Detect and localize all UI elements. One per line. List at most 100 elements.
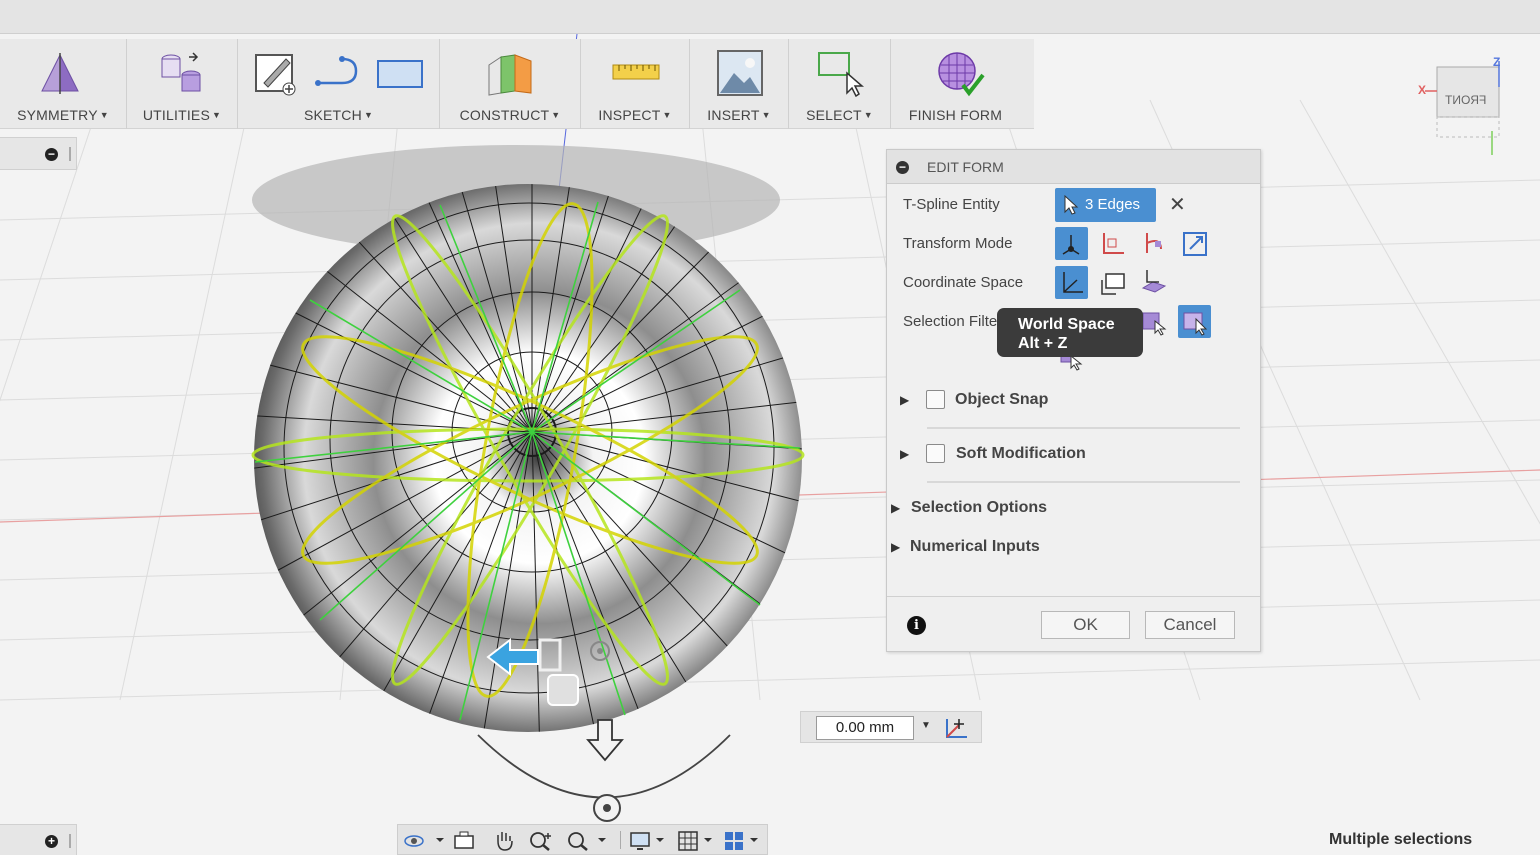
toolbar-symmetry[interactable]: SYMMETRY ▼ <box>0 39 127 129</box>
orbit-icon[interactable] <box>402 829 446 851</box>
title-strip <box>0 0 1540 34</box>
toolbar-construct-label: CONSTRUCT <box>459 107 550 123</box>
toolbar-utilities-caret: ▼ <box>212 110 222 120</box>
multi-transform-button[interactable] <box>1055 227 1088 260</box>
object-snap-expand-icon[interactable]: ▶ <box>900 393 909 407</box>
world-space-button[interactable] <box>1055 266 1088 299</box>
toolbar-sketch-label: SKETCH <box>303 107 362 123</box>
navigation-bar <box>397 824 768 855</box>
grid-settings-icon[interactable] <box>676 829 718 851</box>
pan-icon[interactable] <box>492 829 516 851</box>
toolbar-insert-label: INSERT <box>707 107 760 123</box>
status-text: Multiple selections <box>1329 831 1473 848</box>
world-space-icon <box>1063 272 1083 293</box>
view-space-icon <box>1101 273 1125 295</box>
construct-icon <box>488 54 532 96</box>
view-cube-x-label: X <box>1418 83 1427 97</box>
soft-modification-label: Soft Modification <box>956 445 1086 462</box>
fit-icon[interactable] <box>566 829 612 851</box>
display-settings-icon[interactable] <box>628 829 670 851</box>
tooltip-shortcut: Alt + Z <box>1018 335 1068 352</box>
navbar-divider <box>620 831 621 849</box>
ribbon-toolbar: SYMMETRY ▼ UTILITIES ▼ SKETCH ▼ CONSTRUC… <box>0 39 1034 129</box>
edit-form-panel: − EDIT FORM T-Spline Entity 3 Edges ✕ Tr… <box>886 149 1261 652</box>
world-space-tooltip: World Space Alt + Z <box>997 308 1143 357</box>
tooltip-title: World Space <box>1018 316 1115 333</box>
expand-icon[interactable]: + <box>45 835 58 848</box>
select-icon <box>818 52 865 97</box>
translate-icon <box>1103 233 1124 254</box>
view-cube-graphic <box>1425 61 1500 155</box>
section-divider <box>927 481 1240 483</box>
view-cube[interactable]: FRONT X Z <box>1415 55 1525 165</box>
soft-modification-expand-icon[interactable]: ▶ <box>900 447 909 461</box>
toolbar-utilities-label: UTILITIES <box>142 107 211 123</box>
viewports-icon[interactable] <box>722 829 764 851</box>
toolbar-symmetry-label: SYMMETRY <box>17 107 98 123</box>
cancel-button[interactable]: Cancel <box>1145 611 1235 639</box>
object-snap-label: Object Snap <box>955 391 1049 408</box>
object-snap-checkbox[interactable] <box>926 390 945 409</box>
distance-dropdown-icon[interactable]: ▼ <box>921 720 931 731</box>
tspline-entity-selector[interactable]: 3 Edges <box>1055 188 1156 222</box>
browser-toggle[interactable]: − <box>0 137 77 170</box>
toolbar-select[interactable]: SELECT ▼ <box>789 39 891 129</box>
view-cube-face[interactable]: FRONT <box>1445 93 1486 107</box>
toolbar-inspect-label: INSPECT <box>598 107 661 123</box>
selection-options-expand-icon[interactable]: ▶ <box>891 501 900 515</box>
collapse-icon[interactable]: − <box>45 148 58 161</box>
toolbar-select-label: SELECT <box>806 107 862 123</box>
cursor-icon <box>1064 195 1079 215</box>
manipulator-axes-icon[interactable] <box>943 715 971 741</box>
body-filter-button[interactable] <box>1178 305 1211 338</box>
soft-modification-checkbox[interactable] <box>926 444 945 463</box>
numerical-inputs-expand-icon[interactable]: ▶ <box>891 540 900 554</box>
panel-header[interactable]: − EDIT FORM <box>887 150 1260 184</box>
local-space-icon <box>1141 270 1167 293</box>
panel-footer: i OK Cancel <box>887 596 1260 651</box>
toolbar-inspect[interactable]: INSPECT ▼ <box>581 39 690 129</box>
toolbar-symmetry-caret: ▼ <box>99 110 109 120</box>
toolbar-finish-form[interactable]: FINISH FORM <box>891 39 1020 129</box>
translate-button[interactable] <box>1096 227 1129 260</box>
pill-divider <box>69 834 71 848</box>
comments-toggle[interactable]: + <box>0 824 77 855</box>
coordinate-space-label: Coordinate Space <box>903 274 1024 291</box>
transform-mode-label: Transform Mode <box>903 235 1013 252</box>
toolbar-construct-caret: ▼ <box>551 110 561 120</box>
distance-input[interactable]: 0.00 mm <box>816 716 914 740</box>
ok-button[interactable]: OK <box>1041 611 1130 639</box>
scale-icon <box>1183 232 1207 256</box>
local-space-button[interactable] <box>1137 266 1170 299</box>
toolbar-inspect-caret: ▼ <box>662 110 672 120</box>
scale-button[interactable] <box>1178 227 1211 260</box>
section-divider <box>927 427 1240 429</box>
numerical-inputs-header[interactable]: Numerical Inputs <box>910 538 1285 556</box>
selection-options-header[interactable]: Selection Options <box>911 499 1286 517</box>
toolbar-select-caret: ▼ <box>863 110 873 120</box>
selection-filter-label: Selection Filte <box>903 313 998 330</box>
zoom-icon[interactable] <box>528 829 556 851</box>
pill-divider <box>69 147 71 161</box>
rotate-button[interactable] <box>1137 227 1170 260</box>
rotate-icon <box>1146 233 1162 253</box>
toolbar-utilities[interactable]: UTILITIES ▼ <box>127 39 238 129</box>
toolbar-finish-form-label: FINISH FORM <box>908 107 1003 123</box>
insert-icon <box>717 50 763 96</box>
toolbar-construct[interactable]: CONSTRUCT ▼ <box>440 39 581 129</box>
view-space-button[interactable] <box>1096 266 1129 299</box>
toolbar-insert[interactable]: INSERT ▼ <box>690 39 789 129</box>
body-filter-icon <box>1183 312 1208 336</box>
toolbar-insert-caret: ▼ <box>761 110 771 120</box>
distance-input-widget: 0.00 mm ▼ <box>800 711 982 743</box>
info-icon[interactable]: i <box>907 616 926 635</box>
clear-selection-icon[interactable]: ✕ <box>1169 192 1186 217</box>
tspline-entity-value: 3 Edges <box>1085 196 1141 213</box>
collapse-panel-icon[interactable]: − <box>896 161 909 174</box>
toolbar-sketch[interactable]: SKETCH ▼ <box>238 39 440 129</box>
utilities-icon <box>161 52 201 92</box>
look-at-icon[interactable] <box>452 829 476 851</box>
inspect-icon <box>612 64 660 80</box>
panel-title: EDIT FORM <box>927 159 1004 175</box>
tspline-entity-label: T-Spline Entity <box>903 196 1000 213</box>
